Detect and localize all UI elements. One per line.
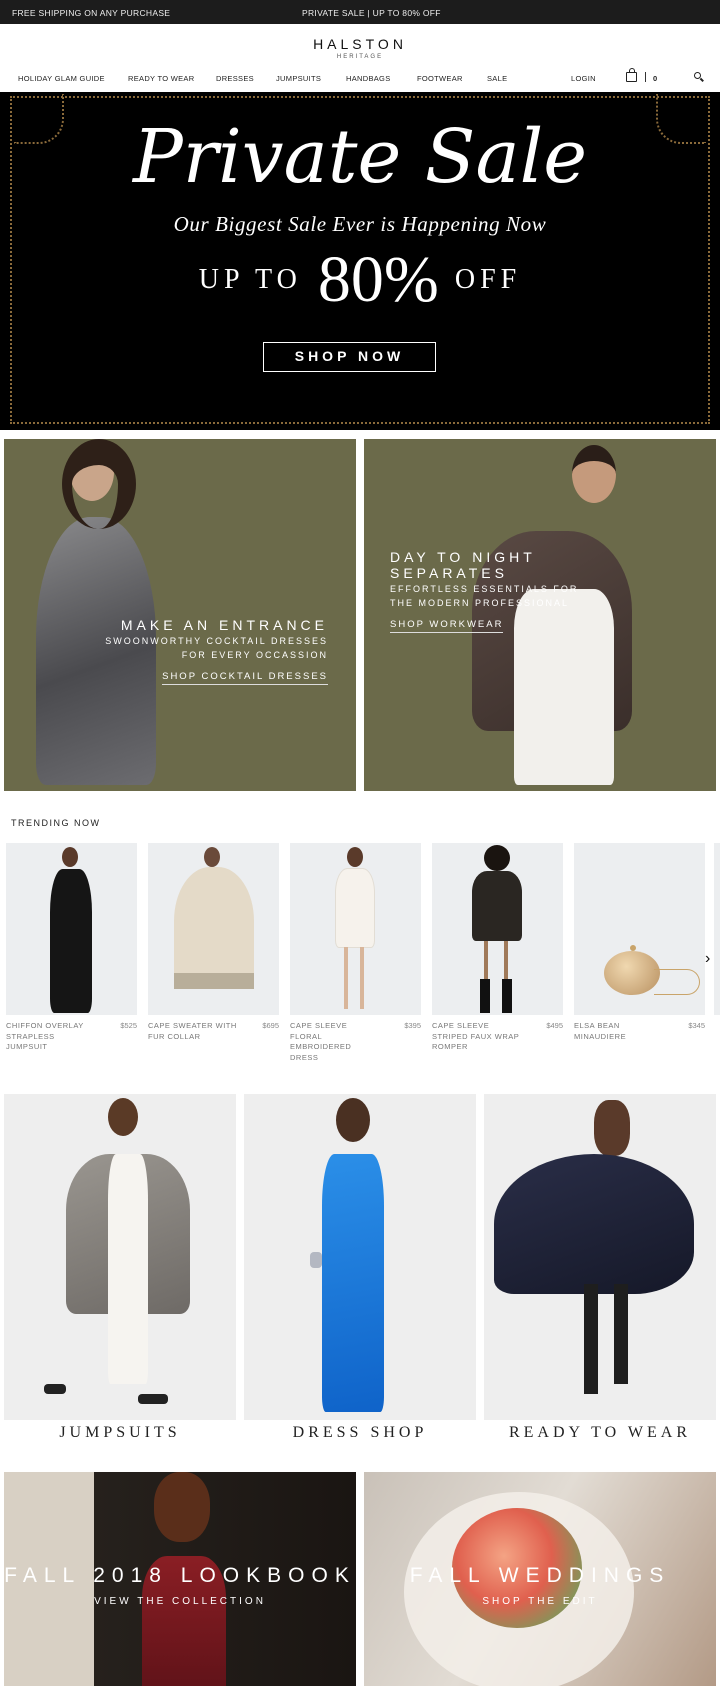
panel-copy: MAKE AN ENTRANCE SWOONWORTHY COCKTAIL DR… — [68, 617, 328, 685]
nav-item-ready-to-wear[interactable]: READY TO WEAR — [128, 74, 194, 83]
panel-desc-2: FOR EVERY OCCASSION — [181, 650, 328, 660]
product-name[interactable]: CHIFFON OVERLAY STRAPLESS JUMPSUIT — [6, 1021, 96, 1053]
nav-item-handbags[interactable]: HANDBAGS — [346, 74, 391, 83]
fall-weddings-banner[interactable]: FALL WEDDINGS SHOP THE EDIT — [364, 1472, 716, 1686]
model-jumpsuit — [108, 1154, 148, 1384]
nav-item-sale[interactable]: SALE — [487, 74, 507, 83]
lookbook-banner[interactable]: FALL 2018 LOOKBOOK VIEW THE COLLECTION — [4, 1472, 356, 1686]
feature-heading: FALL WEDDINGS — [409, 1564, 671, 1587]
nav-item-holiday-glam-guide[interactable]: HOLIDAY GLAM GUIDE — [18, 74, 105, 83]
leg — [614, 1284, 628, 1384]
brand-name: HALSTON — [313, 36, 407, 52]
product-name[interactable]: CAPE SWEATER WITH FUR COLLAR — [148, 1021, 238, 1042]
panel-heading: DAY TO NIGHT SEPARATES — [390, 549, 536, 581]
shoe — [44, 1384, 66, 1394]
model-dress — [322, 1154, 384, 1412]
product-image[interactable] — [148, 843, 279, 1015]
feature-heading: FALL 2018 LOOKBOOK — [4, 1564, 356, 1587]
leg — [584, 1284, 598, 1394]
panel-desc-2: THE MODERN PROFESSIONAL — [390, 598, 570, 608]
category-label[interactable]: DRESS SHOP — [244, 1424, 476, 1442]
panel-copy: DAY TO NIGHT SEPARATES EFFORTLESS ESSENT… — [390, 549, 650, 633]
shop-workwear-link[interactable]: SHOP WORKWEAR — [390, 619, 504, 633]
ready-to-wear-category-tile[interactable] — [484, 1094, 716, 1420]
product-price: $495 — [546, 1021, 563, 1030]
product-name[interactable]: ELSA BEAN MINAUDIERE — [574, 1021, 664, 1042]
workwear-panel[interactable]: DAY TO NIGHT SEPARATES EFFORTLESS ESSENT… — [364, 439, 716, 791]
shipping-text: FREE SHIPPING ON ANY PURCHASE — [12, 8, 171, 18]
chevron-right-icon[interactable]: › — [705, 950, 710, 968]
product-image[interactable] — [290, 843, 421, 1015]
product-price: $525 — [120, 1021, 137, 1030]
panel-desc-1: EFFORTLESS ESSENTIALS FOR — [390, 584, 579, 594]
panel-heading: MAKE AN ENTRANCE — [120, 617, 328, 633]
shop-now-button[interactable]: SHOP NOW — [263, 342, 436, 372]
product-price: $695 — [262, 1021, 279, 1030]
main-nav: HOLIDAY GLAM GUIDE READY TO WEAR DRESSES… — [0, 71, 720, 85]
shop-cocktail-dresses-link[interactable]: SHOP COCKTAIL DRESSES — [162, 671, 328, 685]
divider — [645, 72, 646, 82]
percent-text: 80% — [317, 243, 439, 316]
cocktail-dresses-panel[interactable]: MAKE AN ENTRANCE SWOONWORTHY COCKTAIL DR… — [4, 439, 356, 791]
hero-title: Private Sale — [132, 114, 588, 200]
product-name[interactable]: CAPE SLEEVE STRIPED FAUX WRAP ROMPER — [432, 1021, 522, 1053]
view-collection-link[interactable]: VIEW THE COLLECTION — [4, 1596, 356, 1607]
shopping-bag-icon[interactable] — [626, 68, 637, 82]
shop-the-edit-link[interactable]: SHOP THE EDIT — [364, 1596, 716, 1607]
hero-subtitle: Our Biggest Sale Ever is Happening Now — [173, 212, 547, 236]
dress-shop-category-tile[interactable] — [244, 1094, 476, 1420]
nav-item-dresses[interactable]: DRESSES — [216, 74, 254, 83]
next-product-peek — [714, 843, 720, 1015]
private-sale-hero-banner[interactable]: Private Sale Our Biggest Sale Ever is Ha… — [0, 92, 720, 430]
product-image[interactable] — [574, 843, 705, 1015]
jumpsuits-category-tile[interactable] — [4, 1094, 236, 1420]
off-text: OFF — [454, 264, 522, 295]
panel-desc-1: SWOONWORTHY COCKTAIL DRESSES — [105, 636, 328, 646]
brand-sub: HERITAGE — [336, 54, 384, 60]
model-cape — [494, 1154, 694, 1294]
model-head — [154, 1472, 210, 1542]
trending-title: TRENDING NOW — [11, 818, 101, 828]
model-hair — [62, 439, 136, 529]
brand-logo[interactable]: HALSTON HERITAGE — [0, 36, 720, 60]
nav-item-jumpsuits[interactable]: JUMPSUITS — [276, 74, 321, 83]
product-price: $395 — [404, 1021, 421, 1030]
clutch — [310, 1252, 322, 1268]
product-name[interactable]: CAPE SLEEVE FLORAL EMBROIDERED DRESS — [290, 1021, 380, 1063]
category-label[interactable]: JUMPSUITS — [4, 1424, 236, 1442]
model-head — [336, 1098, 370, 1142]
nav-item-footwear[interactable]: FOOTWEAR — [417, 74, 463, 83]
product-image[interactable] — [432, 843, 563, 1015]
product-image[interactable] — [6, 843, 137, 1015]
up-to-text: UP TO — [198, 264, 302, 295]
product-price: $345 — [688, 1021, 705, 1030]
sale-promo-link[interactable]: PRIVATE SALE | UP TO 80% OFF — [302, 8, 441, 18]
model-head — [594, 1100, 630, 1156]
login-link[interactable]: LOGIN — [571, 74, 596, 83]
model-head — [108, 1098, 138, 1136]
category-label[interactable]: READY TO WEAR — [484, 1424, 716, 1442]
promo-bar: FREE SHIPPING ON ANY PURCHASE PRIVATE SA… — [0, 0, 720, 24]
model-face — [572, 445, 616, 503]
cart-count: 0 — [653, 74, 658, 83]
hero-discount: UP TO 80% OFF — [0, 242, 720, 318]
search-icon[interactable] — [694, 72, 701, 79]
shoe — [138, 1394, 168, 1404]
